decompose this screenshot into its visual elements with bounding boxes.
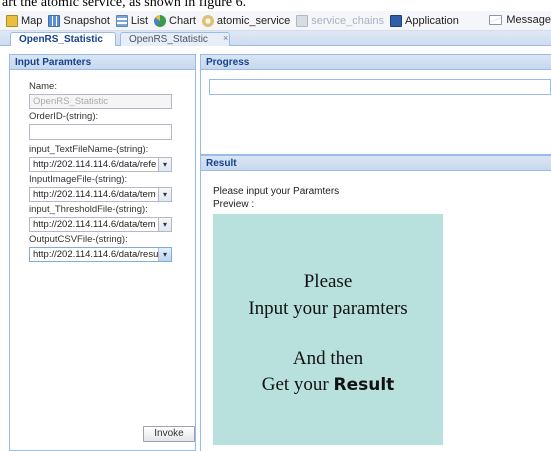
toolbar-snapshot-label: Snapshot bbox=[63, 14, 110, 27]
input-thresholdfile-value: http://202.114.114.6/data/tem bbox=[33, 219, 156, 230]
inputimagefile-label: InputImageFile-(string): bbox=[29, 174, 128, 185]
input-parameters-panel: Input Paramters Name: OpenRS_Statistic O… bbox=[9, 54, 196, 451]
envelope-icon bbox=[489, 15, 503, 25]
input-thresholdfile-label: input_ThresholdFile-(string): bbox=[29, 204, 148, 215]
input-textfilename-combo[interactable]: http://202.114.114.6/data/refe ▾ bbox=[29, 157, 172, 172]
chevron-down-icon[interactable]: ▾ bbox=[158, 248, 171, 261]
toolbar-application-label: Application bbox=[405, 14, 459, 27]
toolbar-application-button[interactable]: Application bbox=[390, 14, 459, 27]
input-form: Name: OpenRS_Statistic OrderID-(string):… bbox=[10, 70, 195, 262]
preview-line-3: And then bbox=[292, 348, 364, 369]
toolbar-list-label: List bbox=[130, 14, 149, 27]
inputimagefile-value: http://202.114.114.6/data/tem bbox=[33, 189, 156, 200]
toolbar-service-chains-label: service_chains bbox=[311, 14, 385, 27]
input-thresholdfile-combo[interactable]: http://202.114.114.6/data/tem ▾ bbox=[29, 217, 172, 232]
toolbar-message-button[interactable]: Message bbox=[489, 14, 551, 26]
toolbar-service-chains-button[interactable]: service_chains bbox=[296, 14, 385, 27]
tab-openrs-statistic-active[interactable]: OpenRS_Statistic bbox=[10, 32, 116, 46]
map-icon bbox=[6, 14, 18, 27]
chain-icon bbox=[296, 14, 309, 27]
name-field: OpenRS_Statistic bbox=[29, 94, 172, 109]
result-header: Result bbox=[201, 156, 551, 171]
progress-header: Progress bbox=[201, 55, 551, 70]
toolbar-map-button[interactable]: Map bbox=[6, 14, 43, 27]
inputimagefile-combo[interactable]: http://202.114.114.6/data/tem ▾ bbox=[29, 187, 172, 202]
chevron-down-icon[interactable]: ▾ bbox=[158, 188, 171, 201]
input-textfilename-label: input_TextFileName-(string): bbox=[29, 144, 149, 155]
toolbar-map-label: Map bbox=[21, 14, 43, 27]
chevron-down-icon[interactable]: ▾ bbox=[158, 158, 171, 171]
result-message: Please input your Paramters bbox=[213, 186, 340, 197]
input-textfilename-value: http://202.114.114.6/data/refe bbox=[33, 159, 157, 170]
outputcsvfile-combo[interactable]: http://202.114.114.6/data/resu ▾ bbox=[29, 247, 172, 262]
pie-chart-icon bbox=[154, 14, 167, 27]
grid-icon bbox=[48, 14, 61, 27]
preview-label: Preview : bbox=[213, 199, 255, 210]
main-toolbar: Map Snapshot List Chart atomic_service s… bbox=[0, 11, 551, 31]
preview-line-1: Please bbox=[303, 271, 353, 292]
progress-panel: Progress bbox=[200, 54, 551, 155]
preview-line-2: Input your paramters bbox=[248, 298, 408, 319]
toolbar-chart-button[interactable]: Chart bbox=[154, 14, 196, 27]
orderid-field[interactable] bbox=[29, 124, 172, 140]
atom-icon bbox=[201, 14, 214, 27]
input-parameters-header: Input Paramters bbox=[10, 55, 195, 70]
toolbar-chart-label: Chart bbox=[169, 14, 196, 27]
preview-line-4-result: Result bbox=[333, 375, 395, 395]
preview-line-4-prefix: Get your bbox=[261, 374, 334, 395]
tab-strip: OpenRS_Statistic OpenRS_Statistic bbox=[0, 31, 551, 46]
tab-close-icon[interactable]: × bbox=[223, 33, 228, 43]
preview-line-4: Get your Result bbox=[213, 374, 443, 396]
tab-openrs-statistic-second[interactable]: OpenRS_Statistic bbox=[120, 32, 230, 46]
toolbar-atomic-service-button[interactable]: atomic_service bbox=[201, 14, 291, 27]
result-panel: Result Please input your Paramters Previ… bbox=[200, 155, 551, 451]
orderid-label: OrderID-(string): bbox=[29, 111, 99, 122]
toolbar-message-label: Message bbox=[506, 14, 551, 26]
invoke-button[interactable]: Invoke bbox=[143, 426, 195, 442]
chevron-down-icon[interactable]: ▾ bbox=[158, 218, 171, 231]
outputcsvfile-label: OutputCSVFile-(string): bbox=[29, 234, 128, 245]
toolbar-atomic-service-label: atomic_service bbox=[216, 14, 291, 27]
figure-caption: art the atomic service, as shown in figu… bbox=[2, 0, 247, 10]
preview-image: Please Input your paramters And then Get… bbox=[213, 214, 443, 445]
toolbar-snapshot-button[interactable]: Snapshot bbox=[48, 14, 110, 27]
outputcsvfile-value: http://202.114.114.6/data/resu bbox=[33, 249, 158, 260]
app-icon bbox=[390, 14, 403, 27]
list-icon bbox=[115, 14, 128, 27]
name-label: Name: bbox=[29, 81, 57, 92]
progress-bar bbox=[209, 79, 551, 95]
toolbar-list-button[interactable]: List bbox=[115, 14, 149, 27]
